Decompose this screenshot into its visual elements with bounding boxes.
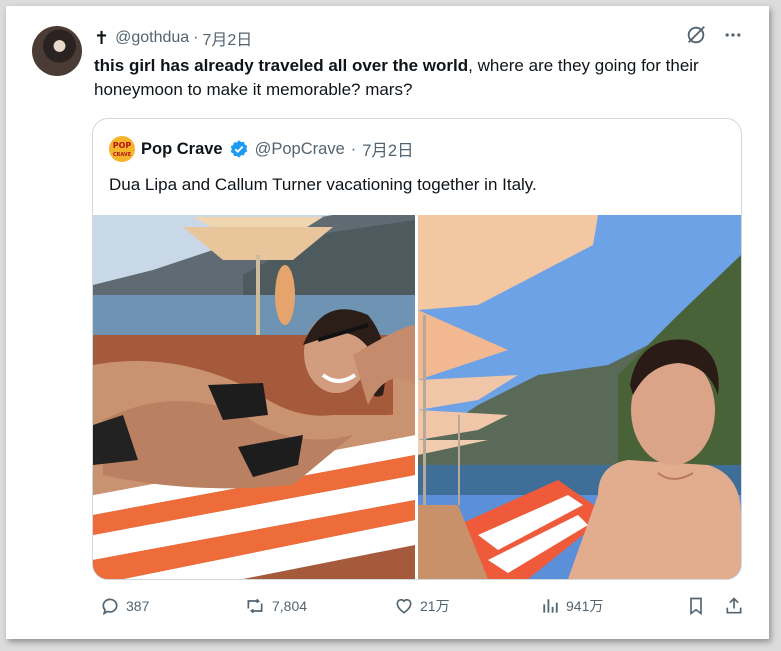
quoted-tweet-text: Dua Lipa and Callum Turner vacationing t… [109,175,537,194]
pop-crave-avatar[interactable]: POP CRAVE [109,136,135,162]
header-separator: · [193,29,199,46]
repost-count: 7,804 [272,598,308,614]
logo-text: POP CRAVE [112,141,132,159]
heart-icon [394,596,414,616]
reply-icon [100,596,120,616]
header-actions [685,24,743,46]
quoted-tweet[interactable]: POP CRAVE Pop Crave @PopCrave · 7月2日 Dua … [92,118,742,580]
quoted-date[interactable]: 7月2日 [362,137,413,161]
reply-button[interactable]: 387 [100,596,149,616]
grok-icon[interactable] [685,24,707,46]
quoted-author-name[interactable]: Pop Crave [141,140,223,159]
quoted-separator: · [350,139,357,158]
repost-icon [244,596,266,616]
share-button[interactable] [724,596,744,616]
cross-symbol: ✝ [94,27,110,48]
repost-button[interactable]: 7,804 [244,596,307,616]
photo-woman-beach[interactable] [93,215,415,579]
tweet-date[interactable]: 7月2日 [203,26,253,50]
tweet-text: this girl has already traveled all over … [94,54,744,102]
share-icon [724,596,744,616]
more-options-icon[interactable] [723,25,743,45]
photo-man-beach[interactable] [418,215,741,579]
analytics-icon [540,596,560,616]
author-handle[interactable]: @gothdua [115,29,189,47]
views-count: 941万 [566,598,604,614]
tweet-card[interactable]: ✝ @gothdua · 7月2日 this girl has already … [6,6,769,639]
views-button[interactable]: 941万 [540,596,603,616]
tweet-text-bold: this girl has already traveled all over … [94,56,469,75]
verified-badge-icon [229,139,249,159]
tweet-header: ✝ @gothdua · 7月2日 [94,26,252,50]
like-button[interactable]: 21万 [394,596,450,616]
like-count: 21万 [420,598,450,614]
avatar[interactable] [32,26,82,76]
bookmark-icon [686,596,706,616]
bookmark-button[interactable] [686,596,706,616]
reply-count: 387 [126,598,150,614]
action-bar: 387 7,804 21万 941万 [92,596,752,624]
quoted-author-handle[interactable]: @PopCrave [255,140,345,159]
quoted-tweet-header: POP CRAVE Pop Crave @PopCrave · 7月2日 [109,135,414,163]
